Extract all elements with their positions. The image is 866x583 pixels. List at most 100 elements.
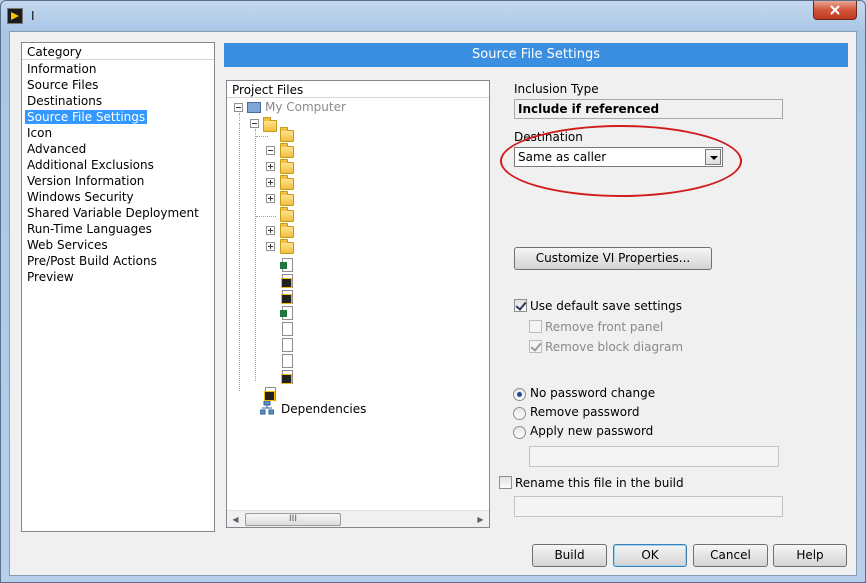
category-item-label: Destinations xyxy=(27,94,103,108)
dialog-client-area: Category Information Source Files Destinat… xyxy=(9,31,857,576)
category-item-shared-variable-deployment[interactable]: Shared Variable Deployment xyxy=(22,205,214,221)
category-item-label: Version Information xyxy=(27,174,145,188)
computer-icon xyxy=(247,102,261,113)
category-item-source-file-settings[interactable]: Source File Settings xyxy=(22,109,214,125)
expand-toggle[interactable] xyxy=(266,242,275,251)
category-item-information[interactable]: Information xyxy=(22,61,214,77)
expand-toggle[interactable] xyxy=(266,162,275,171)
expand-toggle[interactable] xyxy=(266,178,275,187)
destination-value: Same as caller xyxy=(518,150,607,164)
tree-dependencies-label: Dependencies xyxy=(281,402,367,416)
destination-label: Destination xyxy=(514,130,583,144)
collapse-toggle-root[interactable] xyxy=(234,103,243,112)
vi-file-icon xyxy=(281,370,293,384)
category-item-version-information[interactable]: Version Information xyxy=(22,173,214,189)
vi-file-icon xyxy=(281,290,293,304)
section-title: Source File Settings xyxy=(224,43,848,67)
remove-password-radio[interactable] xyxy=(513,407,526,420)
tree-line xyxy=(239,123,240,391)
folder-icon xyxy=(280,159,294,174)
category-items: Information Source Files Destinations Sourc… xyxy=(22,61,214,285)
rename-file-input[interactable] xyxy=(514,496,783,517)
category-item-label: Icon xyxy=(27,126,53,140)
destination-dropdown[interactable]: Same as caller xyxy=(514,147,723,167)
use-default-save-label: Use default save settings xyxy=(530,299,683,313)
category-item-label: Information xyxy=(27,62,97,76)
inclusion-type-label: Inclusion Type xyxy=(514,82,599,96)
scroll-left-arrow-icon[interactable]: ◀ xyxy=(227,511,244,528)
category-item-label: Pre/Post Build Actions xyxy=(27,254,157,268)
tree-line xyxy=(256,216,276,217)
remove-block-diagram-checkbox[interactable] xyxy=(529,340,542,353)
horizontal-scrollbar[interactable]: ◀ III ▶ xyxy=(227,510,489,527)
no-password-change-radio[interactable] xyxy=(513,388,526,401)
dialog-window: I Category Information Source Files Destin… xyxy=(0,0,866,583)
category-item-run-time-languages[interactable]: Run-Time Languages xyxy=(22,221,214,237)
remove-block-diagram-label: Remove block diagram xyxy=(545,340,684,354)
category-item-preview[interactable]: Preview xyxy=(22,269,214,285)
category-item-additional-exclusions[interactable]: Additional Exclusions xyxy=(22,157,214,173)
tree-line xyxy=(239,113,240,121)
category-item-pre-post-build-actions[interactable]: Pre/Post Build Actions xyxy=(22,253,214,269)
use-default-save-checkbox[interactable] xyxy=(514,299,527,312)
category-list: Category Information Source Files Destinat… xyxy=(21,42,215,532)
apply-new-password-radio[interactable] xyxy=(513,426,526,439)
help-button[interactable]: Help xyxy=(773,544,847,567)
build-button[interactable]: Build xyxy=(532,544,607,567)
expand-toggle[interactable] xyxy=(266,226,275,235)
category-item-advanced[interactable]: Advanced xyxy=(22,141,214,157)
close-window-button[interactable] xyxy=(813,1,857,20)
labview-app-icon xyxy=(7,8,23,24)
folder-icon xyxy=(280,127,294,142)
ok-button[interactable]: OK xyxy=(613,544,687,567)
text-file-icon xyxy=(282,338,293,352)
new-password-input[interactable] xyxy=(529,446,779,467)
folder-icon xyxy=(280,207,294,222)
tree-root-label: My Computer xyxy=(265,100,346,114)
scroll-thumb[interactable]: III xyxy=(245,513,341,526)
remove-front-panel-label: Remove front panel xyxy=(545,320,664,334)
project-files-header: Project Files xyxy=(227,81,489,98)
category-item-label: Source File Settings xyxy=(25,110,148,124)
build-spec-icon xyxy=(264,387,276,401)
customize-vi-properties-button[interactable]: Customize VI Properties... xyxy=(514,247,712,270)
remove-front-panel-checkbox[interactable] xyxy=(529,320,542,333)
category-item-web-services[interactable]: Web Services xyxy=(22,237,214,253)
folder-icon xyxy=(280,239,294,254)
rename-file-checkbox[interactable] xyxy=(499,476,512,489)
tree-area[interactable]: My Computer Dependencies xyxy=(227,99,489,503)
category-item-label: Source Files xyxy=(27,78,99,92)
category-item-windows-security[interactable]: Windows Security xyxy=(22,189,214,205)
rename-file-label: Rename this file in the build xyxy=(515,476,684,490)
apply-new-password-label: Apply new password xyxy=(530,424,654,438)
folder-icon xyxy=(280,223,294,238)
folder-icon xyxy=(280,191,294,206)
expand-toggle[interactable] xyxy=(266,146,275,155)
vi-file-icon xyxy=(281,274,293,288)
close-icon xyxy=(830,5,840,15)
tree-line xyxy=(255,129,256,381)
category-item-label: Windows Security xyxy=(27,190,134,204)
category-item-label: Shared Variable Deployment xyxy=(27,206,199,220)
category-header: Category xyxy=(22,43,214,60)
scroll-right-arrow-icon[interactable]: ▶ xyxy=(472,511,489,528)
cancel-button[interactable]: Cancel xyxy=(693,544,768,567)
collapse-toggle-folder[interactable] xyxy=(250,119,259,128)
expand-toggle[interactable] xyxy=(266,194,275,203)
folder-icon xyxy=(263,117,277,132)
category-item-label: Preview xyxy=(27,270,74,284)
excel-file-icon xyxy=(280,306,293,320)
tree-line xyxy=(256,136,268,137)
category-item-icon[interactable]: Icon xyxy=(22,125,214,141)
title-bar[interactable]: I xyxy=(1,1,865,31)
chevron-down-icon[interactable] xyxy=(705,149,721,165)
inclusion-type-field: Include if referenced xyxy=(514,99,783,119)
category-item-source-files[interactable]: Source Files xyxy=(22,77,214,93)
dependencies-icon xyxy=(260,401,274,415)
excel-file-icon xyxy=(280,258,293,272)
text-file-icon xyxy=(282,354,293,368)
folder-icon xyxy=(280,143,294,158)
project-files-tree[interactable]: Project Files My Computer Dependencies ◀… xyxy=(226,80,490,528)
category-item-label: Web Services xyxy=(27,238,108,252)
category-item-destinations[interactable]: Destinations xyxy=(22,93,214,109)
